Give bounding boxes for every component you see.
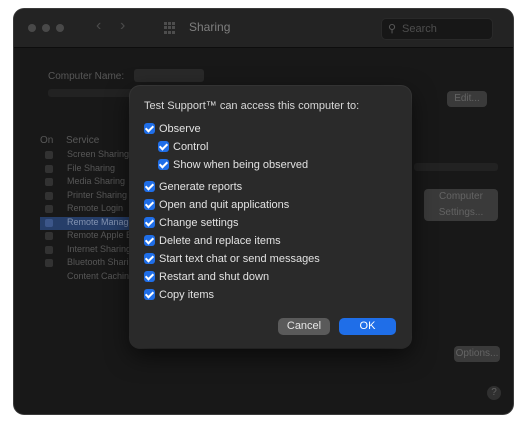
checkbox-icon[interactable] — [144, 235, 155, 246]
checkbox-icon[interactable] — [144, 199, 155, 210]
checkbox-icon[interactable] — [158, 159, 169, 170]
sheet-heading: Test Support™ can access this computer t… — [144, 100, 360, 112]
checkbox-icon[interactable] — [144, 289, 155, 300]
checkbox-icon[interactable] — [144, 271, 155, 282]
cancel-button[interactable]: Cancel — [278, 318, 330, 335]
checkbox-icon[interactable] — [144, 253, 155, 264]
checkbox-icon[interactable] — [144, 217, 155, 228]
checkbox-icon[interactable] — [144, 123, 155, 134]
ok-button[interactable]: OK — [339, 318, 396, 335]
permissions-sheet: Test Support™ can access this computer t… — [130, 86, 411, 348]
checkbox-icon[interactable] — [144, 181, 155, 192]
checkbox-icon[interactable] — [158, 141, 169, 152]
